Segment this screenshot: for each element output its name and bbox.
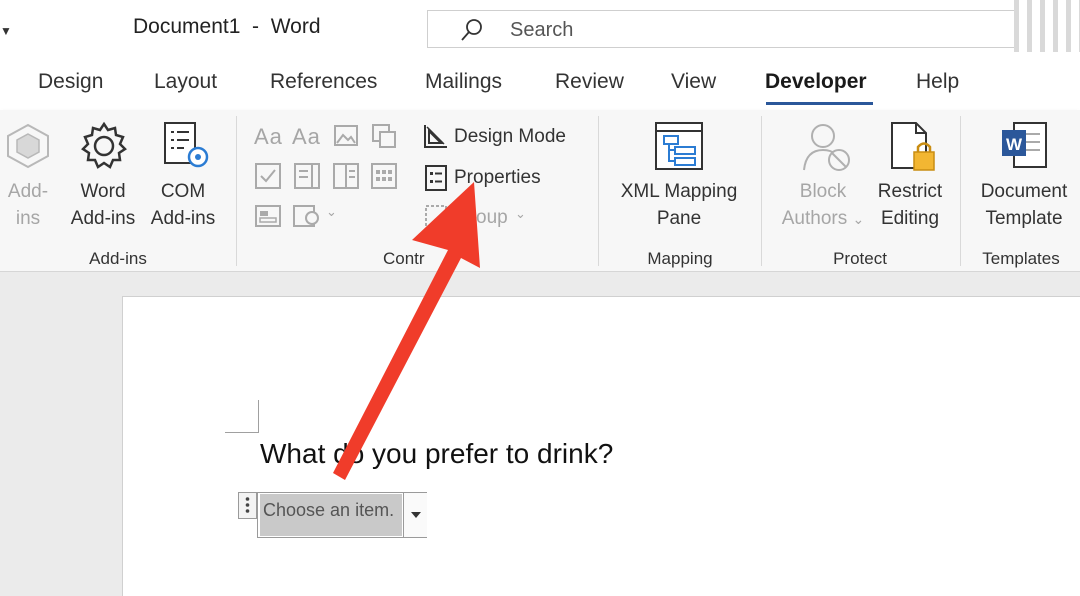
properties-button[interactable]: Properties <box>454 167 541 189</box>
tab-references[interactable]: References <box>270 70 377 94</box>
building-block-control-icon[interactable] <box>370 122 398 150</box>
tab-developer[interactable]: Developer <box>765 70 867 94</box>
restrict-editing-button[interactable]: Restrict Editing <box>866 178 954 232</box>
group-separator <box>761 116 762 266</box>
tab-design[interactable]: Design <box>38 70 103 94</box>
dropdown-field[interactable]: Choose an item. <box>260 494 402 536</box>
xml-mapping-icon <box>655 122 703 170</box>
margin-corner-mark <box>225 400 259 433</box>
word-addins-label-1: Word <box>80 181 126 202</box>
ribbon-tabs: Design Layout References Mailings Review… <box>0 56 1080 108</box>
dropdown-list-control-icon[interactable] <box>332 162 360 190</box>
addins-label-2: ins <box>15 208 41 229</box>
com-addins-button[interactable]: COM Add-ins <box>144 178 222 232</box>
window-title: Document1 - Word <box>133 15 321 38</box>
ribbon: Add- ins Word Add-ins COM Add-ins Add-in… <box>0 110 1080 272</box>
document-template-label-2: Template <box>985 208 1063 229</box>
drag-handle-icon <box>245 497 250 513</box>
group-icon <box>425 205 447 227</box>
tab-view[interactable]: View <box>671 70 716 94</box>
combo-box-control-icon[interactable] <box>293 162 321 190</box>
document-template-label-1: Document <box>980 181 1068 202</box>
group-label-templates: Templates <box>982 249 1060 268</box>
group-separator <box>236 116 237 266</box>
xml-mapping-pane-button[interactable]: XML Mapping Pane <box>608 178 750 232</box>
group-dropdown-icon[interactable]: ⌄ <box>515 206 526 222</box>
word-addins-label-2: Add-ins <box>70 208 136 229</box>
block-authors-label-2: Authors <box>781 208 848 229</box>
com-addins-icon <box>164 122 209 168</box>
block-authors-button[interactable]: Block Authors ⌄ <box>770 178 876 233</box>
tab-mailings[interactable]: Mailings <box>425 70 502 94</box>
search-placeholder: Search <box>510 19 574 41</box>
dropdown-arrow-icon <box>411 512 421 518</box>
group-label-controls: Contr <box>383 249 425 268</box>
document-template-button[interactable]: Document Template <box>968 178 1080 232</box>
addins-button[interactable]: Add- ins <box>0 178 56 232</box>
quick-access-dropdown-icon[interactable]: ▼ <box>0 24 12 38</box>
word-document-icon: W <box>1002 122 1047 168</box>
tab-review[interactable]: Review <box>555 70 624 94</box>
design-mode-button[interactable]: Design Mode <box>454 126 566 148</box>
chevron-down-icon: ⌄ <box>852 211 865 227</box>
group-label-protect: Protect <box>833 249 887 268</box>
dropdown-content-control[interactable]: Choose an item. <box>257 492 427 538</box>
restrict-editing-label-1: Restrict <box>877 181 943 202</box>
svg-text:W: W <box>1006 135 1023 154</box>
repeating-section-dropdown-icon[interactable]: ⌄ <box>326 204 337 220</box>
restrict-editing-icon <box>891 122 935 171</box>
gear-icon <box>81 121 127 169</box>
xml-mapping-label-2: Pane <box>656 208 702 229</box>
block-authors-label-1: Block <box>799 181 847 202</box>
restrict-editing-label-2: Editing <box>880 208 940 229</box>
com-addins-label-2: Add-ins <box>150 208 216 229</box>
plain-text-control-icon[interactable]: Aa <box>292 124 321 150</box>
dropdown-button[interactable] <box>403 493 427 537</box>
title-bar: ▼ Document1 - Word Search <box>0 0 1080 56</box>
dropdown-placeholder: Choose an item. <box>263 500 395 520</box>
word-addins-button[interactable]: Word Add-ins <box>64 178 142 232</box>
block-authors-icon <box>803 124 850 171</box>
com-addins-label-1: COM <box>160 181 206 202</box>
design-mode-icon <box>424 125 447 148</box>
checkbox-control-icon[interactable] <box>254 162 282 190</box>
date-picker-control-icon[interactable] <box>370 162 398 190</box>
group-separator <box>598 116 599 266</box>
search-icon <box>461 19 482 41</box>
active-tab-indicator <box>766 102 873 105</box>
rich-text-control-icon[interactable]: Aa <box>254 124 283 150</box>
group-label-addins: Add-ins <box>89 249 147 268</box>
group-button[interactable]: oup <box>476 207 508 229</box>
xml-mapping-label-1: XML Mapping <box>620 181 738 202</box>
repeating-section-control-icon[interactable] <box>292 202 322 230</box>
window-controls <box>1014 0 1080 52</box>
question-text[interactable]: What do you prefer to drink? <box>260 438 613 470</box>
content-control-handle[interactable] <box>238 492 257 519</box>
search-box[interactable]: Search <box>427 10 1015 48</box>
tab-help[interactable]: Help <box>916 70 959 94</box>
legacy-tools-icon[interactable] <box>254 202 282 230</box>
group-label-mapping: Mapping <box>647 249 713 268</box>
properties-icon <box>425 165 447 191</box>
picture-control-icon[interactable] <box>333 124 359 148</box>
addins-icon <box>7 123 49 169</box>
tab-layout[interactable]: Layout <box>154 70 217 94</box>
group-separator <box>960 116 961 266</box>
addins-label-1: Add- <box>7 181 49 202</box>
